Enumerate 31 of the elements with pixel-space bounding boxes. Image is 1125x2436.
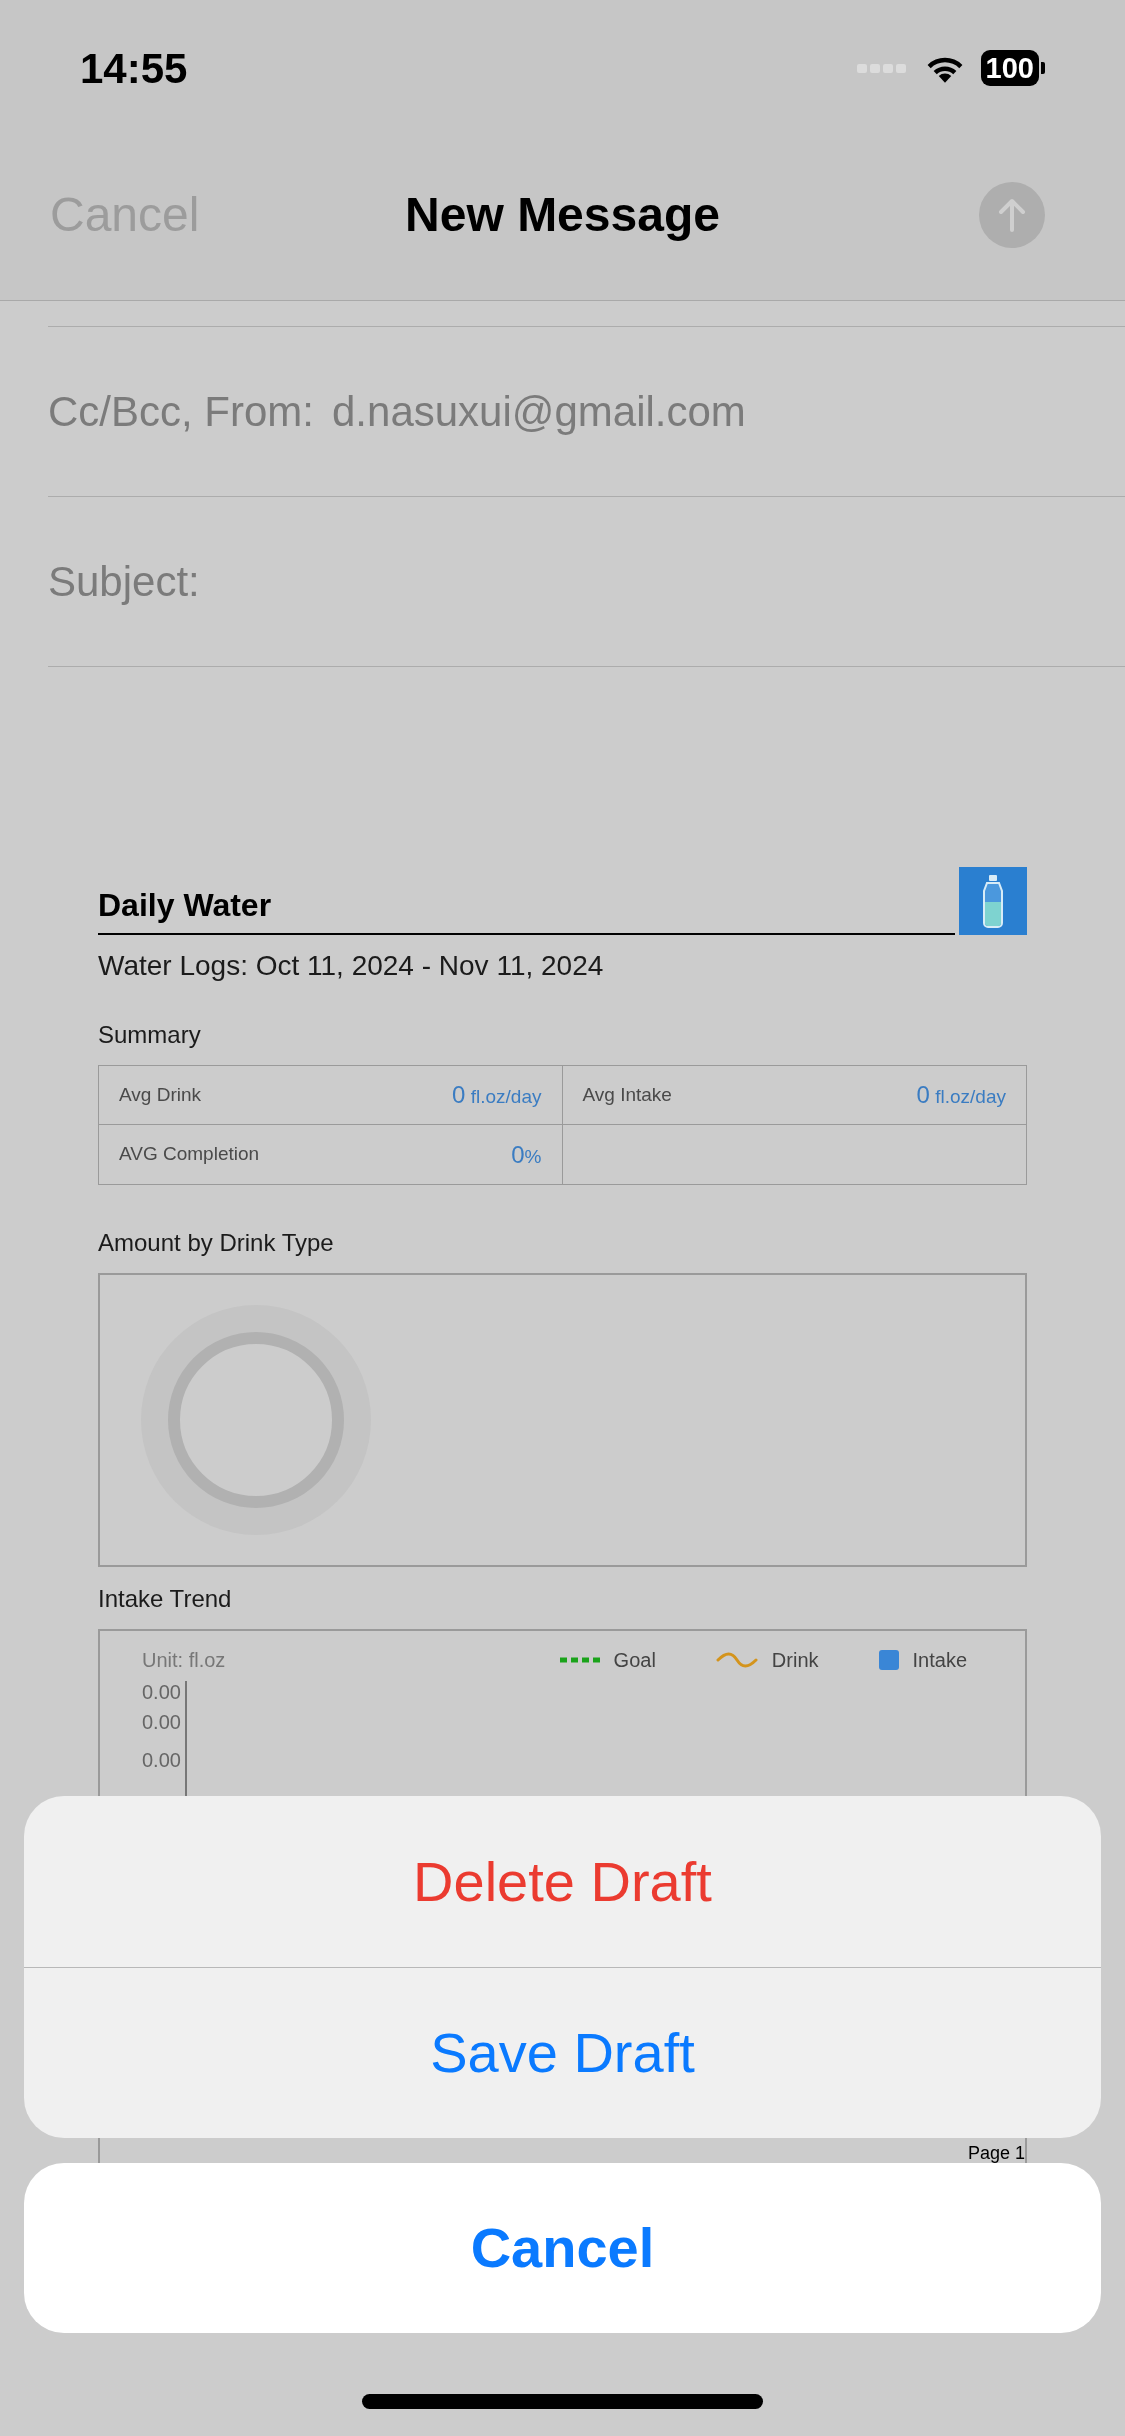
input-field[interactable]: d.nasuxui@gmail.com — [332, 380, 746, 443]
battery-tip-icon — [1041, 62, 1045, 74]
field-label: Subject: — [48, 557, 200, 607]
water-bottle-icon — [959, 867, 1027, 935]
window-title: New Message — [405, 187, 720, 243]
summary-label: Avg Drink — [119, 1082, 201, 1107]
report-title: Daily Water — [98, 881, 955, 935]
battery-icon: 100 — [980, 50, 1039, 86]
action-button[interactable]: Delete Draft — [24, 1796, 1101, 1967]
arrow-up-icon — [997, 198, 1027, 232]
cancel-button[interactable]: Cancel — [24, 2163, 1101, 2333]
section-title: Amount by Drink Type — [98, 1228, 335, 1258]
axis-tick-label: 0.00 — [142, 1749, 181, 1771]
field-label: Cc/Bcc, From: — [48, 387, 314, 437]
summary-label: Avg Intake — [582, 1082, 672, 1107]
axis-tick-label: 0.00 — [142, 1681, 181, 1703]
section-title: Intake Trend — [98, 1584, 233, 1614]
axis-tick-label: 0.00 — [142, 1711, 181, 1733]
summary-value: 0% — [511, 1139, 542, 1170]
summary-value: 0 fl.oz/day — [452, 1080, 542, 1110]
summary-label: AVG Completion — [119, 1142, 260, 1167]
date-range: Water Logs: Oct 11, 2024 - Nov 11, 2024 — [98, 949, 605, 983]
legend-label: Drink — [771, 1648, 819, 1673]
legend-label: Goal — [613, 1648, 656, 1673]
unit-label: Unit: fl.oz — [142, 1648, 226, 1673]
legend-label: Intake — [912, 1648, 967, 1673]
section-title: Summary — [98, 1020, 202, 1050]
status-time: 14:55 — [80, 43, 188, 94]
page-label: Page 1 — [967, 2142, 1025, 2165]
summary-value: 0 fl.oz/day — [916, 1080, 1006, 1110]
action-button[interactable]: Save Draft — [24, 1967, 1101, 2138]
